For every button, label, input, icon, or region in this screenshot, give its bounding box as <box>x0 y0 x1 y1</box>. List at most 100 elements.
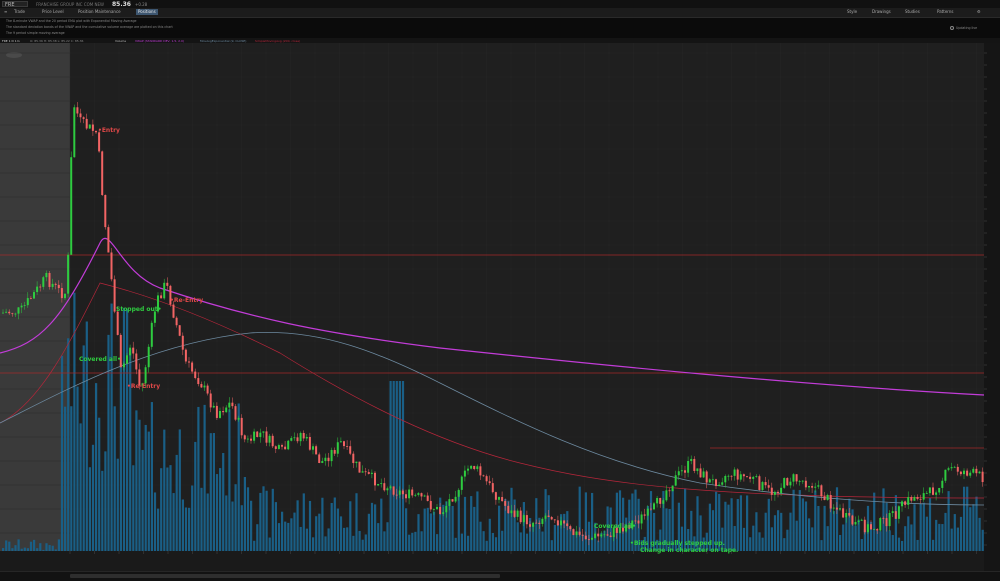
candle-body <box>811 486 814 488</box>
candle-body <box>752 476 755 479</box>
vwap-legend[interactable]: VWAP (STANDARD DEV, 1.5, 2.0) <box>135 39 184 43</box>
drawings-button[interactable]: Drawings <box>870 9 893 15</box>
volume-bar <box>215 474 219 551</box>
volume-bar <box>473 506 476 551</box>
candle-body <box>64 293 66 299</box>
candle-body <box>848 512 851 516</box>
candle-body <box>181 335 184 350</box>
candle-body <box>693 458 696 471</box>
candle-body <box>417 493 420 495</box>
candle-body <box>339 441 342 443</box>
candle-body <box>981 471 984 483</box>
volume-bar <box>64 406 67 551</box>
volume-bar <box>172 493 175 551</box>
candle-body <box>556 520 559 526</box>
candle-body <box>491 483 494 493</box>
chart-canvas[interactable]: •Entry Stopped out• •Re-Entry Covered al… <box>0 43 1000 571</box>
candle-body <box>783 478 786 488</box>
candle-body <box>82 117 85 119</box>
patterns-button[interactable]: Patterns <box>935 9 955 15</box>
volume-bar <box>826 526 829 551</box>
candle-body <box>870 524 872 530</box>
price-chart[interactable]: •Entry Stopped out• •Re-Entry Covered al… <box>0 43 1000 571</box>
style-button[interactable]: Style <box>845 9 859 15</box>
volume-bar <box>907 516 910 551</box>
tab-price-level[interactable]: Price Level <box>40 9 66 15</box>
annotation-bids-stepped-up: •Bids gradually stepped up. <box>630 540 725 547</box>
candle-body <box>85 118 88 129</box>
annotation-re-entry: •Re-Entry <box>170 297 203 304</box>
volume-bar <box>488 518 491 551</box>
volume-bar <box>104 451 107 551</box>
updating-label: Updating live <box>956 26 978 30</box>
volume-bar <box>817 505 820 551</box>
volume-bar <box>281 511 284 551</box>
price-axis[interactable] <box>984 43 1000 571</box>
candle-body <box>153 311 156 323</box>
candle-body <box>721 482 724 485</box>
menu-icon[interactable]: ≡ <box>2 9 9 15</box>
volume-bar <box>814 490 817 551</box>
volume-bar <box>525 533 529 551</box>
candle-body <box>26 298 29 306</box>
time-axis[interactable] <box>0 551 984 571</box>
timeframe-label[interactable]: FRE 1 D 1m <box>2 39 20 43</box>
candle-body <box>460 476 463 490</box>
volume-bar <box>910 524 913 551</box>
volume-bar <box>470 496 473 551</box>
volume-bar <box>8 541 11 551</box>
candle-body <box>79 113 82 118</box>
candle-body <box>346 446 349 447</box>
updating-toggle[interactable]: Updating live <box>950 26 977 30</box>
volume-bar <box>739 495 742 551</box>
candle-body <box>671 485 674 492</box>
volume-bar <box>566 511 569 551</box>
tab-trade[interactable]: Trade <box>12 9 27 15</box>
volume-bar <box>401 381 405 551</box>
time-axis-background <box>0 551 984 571</box>
sma-legend[interactable]: SimpleMovingAvg (200, close) <box>255 39 300 43</box>
time-scrollbar[interactable] <box>70 574 500 578</box>
candle-body <box>563 520 566 524</box>
candle-body <box>246 438 249 440</box>
volume-bar <box>451 505 454 551</box>
settings-icon[interactable]: ⚙ <box>975 9 983 15</box>
volume-bar <box>157 508 160 551</box>
volume-legend[interactable]: Volume <box>115 39 126 43</box>
volume-bar <box>755 512 758 551</box>
candle-body <box>73 107 76 158</box>
volume-bar <box>318 513 321 551</box>
tab-position-maintenance[interactable]: Position Maintenance <box>76 9 123 15</box>
volume-bar <box>256 524 259 551</box>
candle-body <box>51 283 54 287</box>
candle-body <box>510 510 513 514</box>
volume-bar <box>23 547 26 551</box>
candle-body <box>544 515 547 519</box>
symbol-input[interactable]: FRE <box>2 1 28 8</box>
annotation-stopped-out: Stopped out• <box>116 306 161 313</box>
candle-body <box>132 347 135 354</box>
candle-body <box>178 325 181 336</box>
candle-body <box>888 513 891 527</box>
studies-button[interactable]: Studies <box>903 9 922 15</box>
ema-legend[interactable]: MovAvgExponential (9, CLOSE) <box>200 39 246 43</box>
tab-positions[interactable]: Positions <box>136 9 158 15</box>
candle-body <box>197 378 200 385</box>
volume-bar <box>405 508 408 551</box>
candle-body <box>194 371 197 379</box>
candle-body <box>426 495 429 501</box>
candle-body <box>854 521 857 525</box>
candle-body <box>634 520 637 522</box>
candle-body <box>377 484 380 486</box>
volume-bar <box>197 406 200 551</box>
candle-body <box>104 194 107 228</box>
volume-bar <box>352 535 355 551</box>
candle-body <box>597 533 600 537</box>
volume-bar <box>485 540 488 551</box>
volume-bar <box>742 527 746 551</box>
volume-bar <box>153 492 157 551</box>
candle-body <box>398 490 401 495</box>
candle-body <box>578 531 581 535</box>
candle-body <box>479 466 482 476</box>
candle-body <box>532 522 535 527</box>
